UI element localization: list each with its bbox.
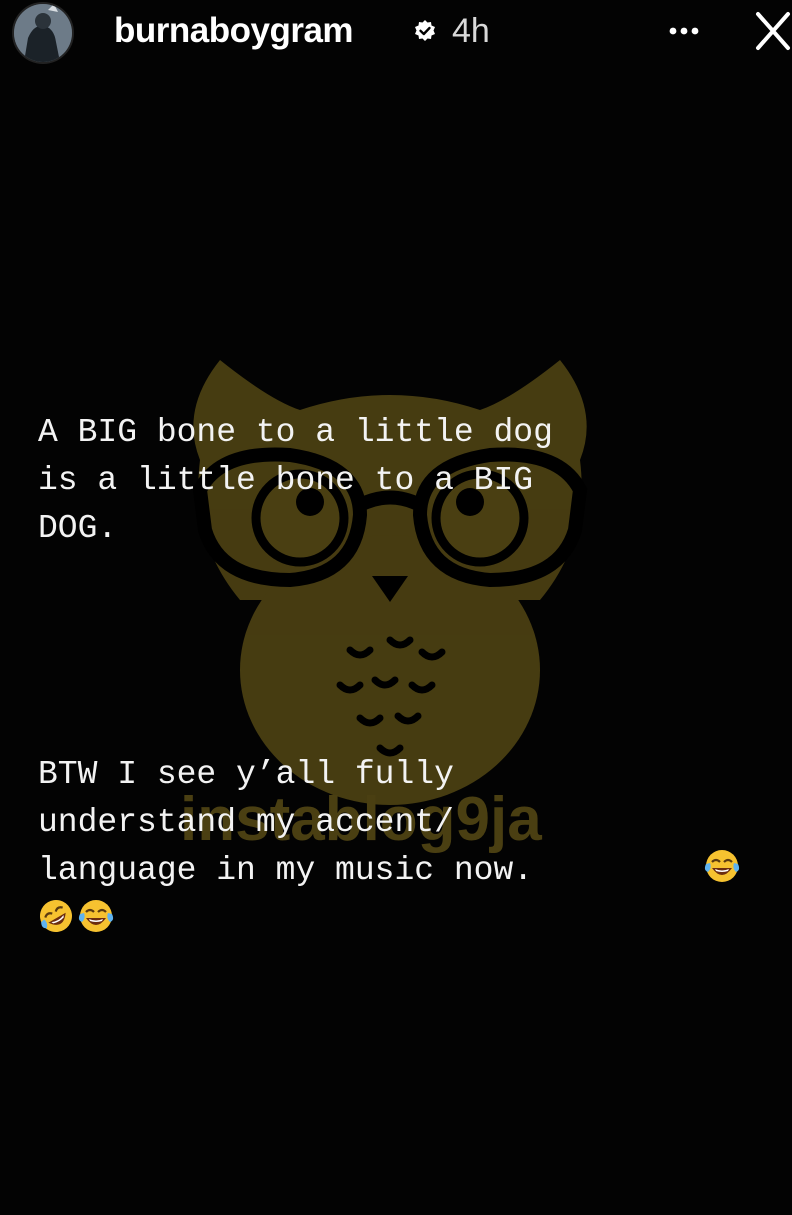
post-time: 4h xyxy=(452,12,490,50)
story-text-block-1: A BIG bone to a little dog is a little b… xyxy=(38,409,553,553)
story-line: language in my music now. xyxy=(38,852,534,889)
avatar[interactable] xyxy=(12,2,74,64)
story-line: is a little bone to a BIG xyxy=(38,462,534,499)
story-line: A BIG bone to a little dog xyxy=(38,414,553,451)
avatar-photo-icon xyxy=(14,4,72,62)
story-line: DOG. xyxy=(38,510,118,547)
story-line: understand my accent/ xyxy=(38,804,454,841)
close-icon[interactable] xyxy=(752,8,792,52)
rolling-on-the-floor-laughing-icon xyxy=(40,900,72,932)
emoji-row xyxy=(38,898,118,938)
face-with-tears-of-joy-icon xyxy=(704,850,740,882)
username[interactable]: burnaboygram xyxy=(114,6,354,56)
face-with-tears-of-joy-icon xyxy=(78,900,114,932)
more-options-icon[interactable] xyxy=(664,16,704,46)
story-text-block-2: BTW I see y’all fully understand my acce… xyxy=(38,751,533,895)
verified-badge-icon xyxy=(415,20,435,41)
story-header: burnaboygram 4h xyxy=(0,0,792,70)
story-view[interactable]: instablog9ja burnaboygram 4h A BIG bone … xyxy=(0,0,792,1215)
story-line: BTW I see y’all fully xyxy=(38,756,454,793)
